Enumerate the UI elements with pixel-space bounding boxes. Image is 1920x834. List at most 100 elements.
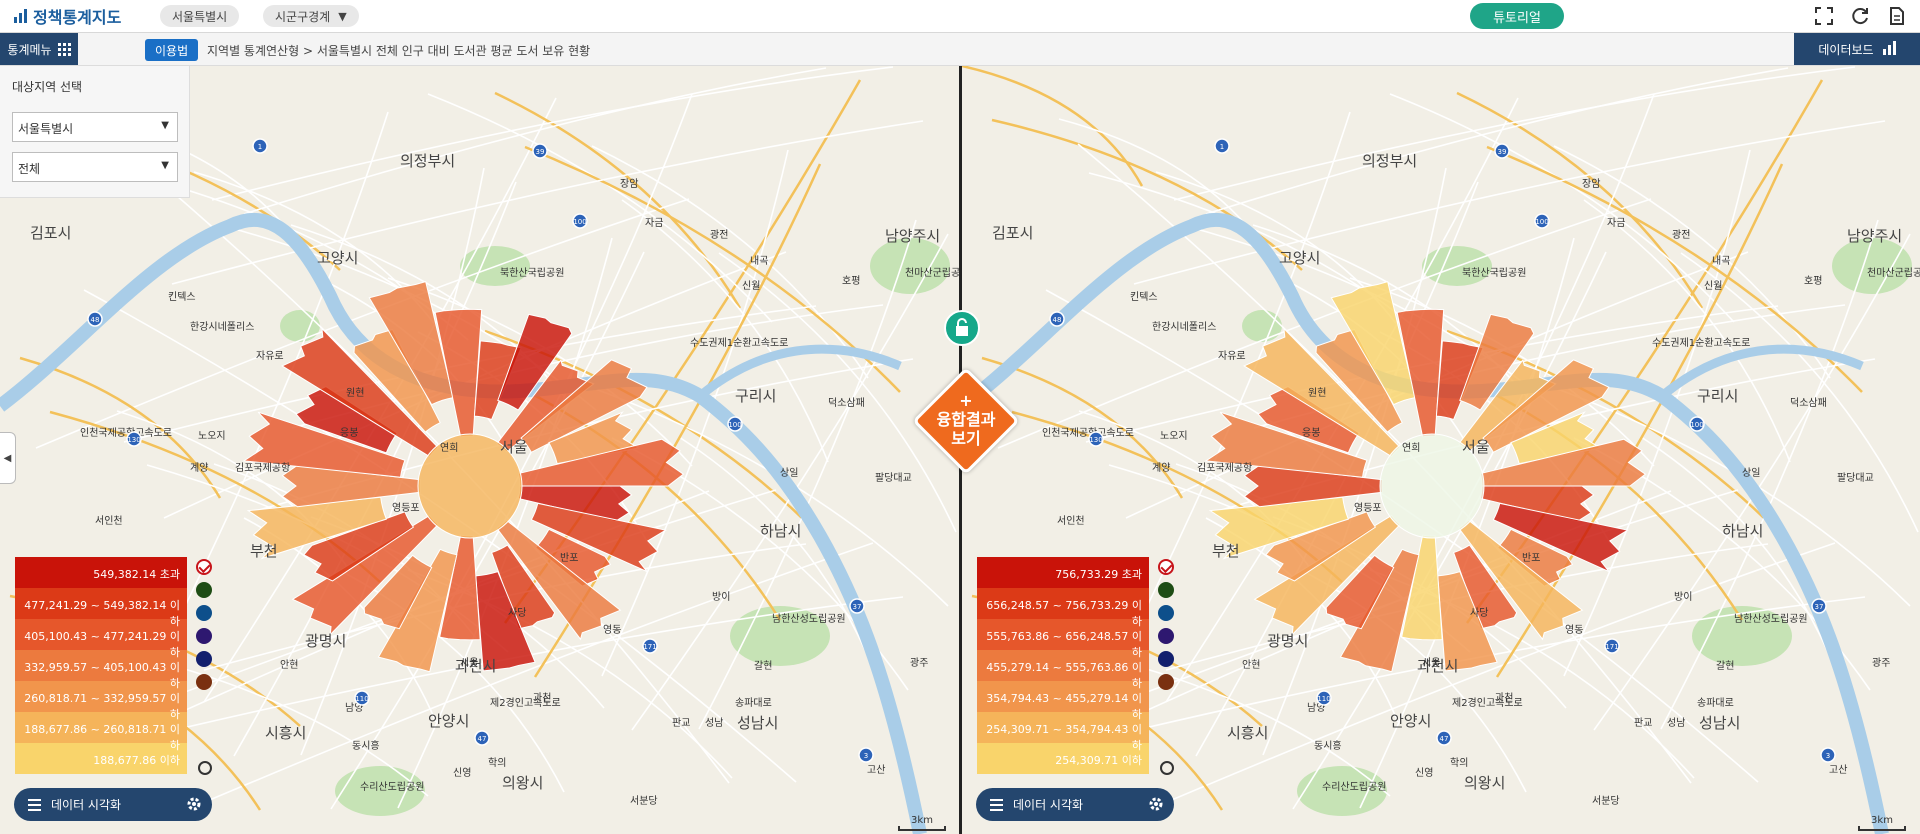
palette-swatches-left xyxy=(196,559,212,690)
data-visualization-bar-right[interactable]: 데이터 시각화 xyxy=(976,788,1174,821)
map-label: 신영 xyxy=(453,767,471,779)
map-label: 연희 xyxy=(440,442,458,454)
palette-swatch[interactable] xyxy=(196,628,212,644)
route-shield: 110 xyxy=(354,690,370,706)
route-shield: 100 xyxy=(572,213,588,229)
data-board-button[interactable]: 데이터보드 xyxy=(1794,33,1920,65)
map-label: 신월 xyxy=(742,280,760,292)
usage-button[interactable]: 이용법 xyxy=(145,39,199,61)
sync-lock-button[interactable] xyxy=(944,310,980,346)
map-label: 내곡 xyxy=(1712,255,1730,267)
data-visualization-bar-left[interactable]: 데이터 시각화 xyxy=(14,788,212,821)
map-label: 서울 xyxy=(500,438,528,456)
svg-text:100: 100 xyxy=(728,421,741,429)
legend-class-row[interactable]: 455,279.14 ~ 555,763.86 이하 xyxy=(977,650,1149,690)
map-label: 영동 xyxy=(1565,624,1583,636)
map-label: 서분당 xyxy=(1592,795,1620,807)
map-label: 동시흥 xyxy=(1314,739,1342,752)
legend-class-row[interactable]: 555,763.86 ~ 656,248.57 이하 xyxy=(977,619,1149,659)
fusion-line1: 융합결과 xyxy=(936,410,996,429)
route-shield: 47 xyxy=(474,730,490,746)
map-label: 시흥시 xyxy=(265,724,306,742)
palette-swatch[interactable] xyxy=(1158,605,1174,621)
map-label: 한강시네폴리스 xyxy=(1152,321,1216,333)
palette-swatch[interactable] xyxy=(196,605,212,621)
fusion-plus: + xyxy=(959,391,973,410)
fusion-result-button[interactable]: + 융합결과 보기 xyxy=(906,361,1026,481)
legend-class-row[interactable]: 549,382.14 초과 xyxy=(15,557,187,588)
fullscreen-icon[interactable] xyxy=(1814,6,1834,26)
sido-select[interactable]: 서울특별시 ▼ xyxy=(12,112,178,142)
legend-settings-icon[interactable] xyxy=(198,761,212,775)
gear-icon[interactable] xyxy=(1148,796,1164,815)
gear-icon[interactable] xyxy=(186,796,202,815)
map-label: 판교 xyxy=(672,717,690,729)
svg-text:48: 48 xyxy=(91,316,100,324)
palette-swatch[interactable] xyxy=(196,674,212,690)
breadcrumb: 지역별 통계연산형 > 서울특별시 전체 인구 대비 도서관 평균 도서 보유 … xyxy=(207,44,591,58)
legend-class-row[interactable]: 756,733.29 초과 xyxy=(977,557,1149,588)
boundary-select[interactable]: 시군구경계 ▼ xyxy=(263,5,359,27)
legend-class-row[interactable]: 354,794.43 ~ 455,279.14 이하 xyxy=(977,681,1149,721)
route-shield: 47 xyxy=(1436,730,1452,746)
legend-class-row[interactable]: 188,677.86 ~ 260,818.71 이하 xyxy=(15,712,187,752)
palette-swatch[interactable] xyxy=(1158,674,1174,690)
svg-text:130: 130 xyxy=(1089,436,1102,444)
legend-settings-icon[interactable] xyxy=(1160,761,1174,775)
map-label: 노오지 xyxy=(1160,430,1188,442)
panel-collapse-tab[interactable]: ◀ xyxy=(0,432,16,484)
route-shield: 171 xyxy=(642,638,658,654)
stats-menu-button[interactable]: 통계메뉴 xyxy=(0,33,78,65)
refresh-icon[interactable] xyxy=(1850,6,1870,26)
map-label: 반포 xyxy=(560,552,578,564)
svg-text:37: 37 xyxy=(1815,603,1824,611)
document-icon[interactable] xyxy=(1886,6,1906,26)
svg-text:100: 100 xyxy=(1535,218,1548,226)
map-label: 하남시 xyxy=(760,522,801,540)
map-label: 서울 xyxy=(460,657,478,669)
palette-swatch-selected[interactable] xyxy=(1158,559,1174,575)
map-label: 서인천 xyxy=(1057,515,1085,527)
palette-swatch[interactable] xyxy=(196,651,212,667)
route-shield: 39 xyxy=(532,143,548,159)
legend-class-row[interactable]: 254,309.71 ~ 354,794.43 이하 xyxy=(977,712,1149,752)
legend-class-row[interactable]: 188,677.86 이하 xyxy=(15,743,187,774)
legend-class-row[interactable]: 656,248.57 ~ 756,733.29 이하 xyxy=(977,588,1149,628)
scale-bar-left: 3km xyxy=(898,815,946,831)
sub-bar: 통계메뉴 이용법 지역별 통계연산형 > 서울특별시 전체 인구 대비 도서관 … xyxy=(0,33,1920,66)
svg-text:47: 47 xyxy=(1440,735,1449,743)
map-label: 한강시네폴리스 xyxy=(190,321,254,333)
map-label: 부천 xyxy=(1212,542,1240,560)
palette-swatch-selected[interactable] xyxy=(196,559,212,575)
legend-class-row[interactable]: 332,959.57 ~ 405,100.43 이하 xyxy=(15,650,187,690)
map-label: 상일 xyxy=(780,467,798,479)
map-label: 광명시 xyxy=(1267,632,1308,650)
app-logo[interactable]: 정책통계지도 xyxy=(14,6,121,27)
map-label: 영등포 xyxy=(1354,502,1382,514)
map-label: 원현 xyxy=(1308,387,1326,399)
map-label: 북한산국립공원 xyxy=(1462,266,1526,279)
palette-swatch[interactable] xyxy=(196,582,212,598)
map-label: 학의 xyxy=(488,757,506,769)
sigungu-select[interactable]: 전체 ▼ xyxy=(12,152,178,182)
map-label: 응봉 xyxy=(340,427,358,439)
palette-swatch[interactable] xyxy=(1158,582,1174,598)
region-pill[interactable]: 서울특별시 xyxy=(160,5,240,27)
palette-swatch[interactable] xyxy=(1158,628,1174,644)
legend-class-row[interactable]: 405,100.43 ~ 477,241.29 이하 xyxy=(15,619,187,659)
route-shield: 110 xyxy=(1316,690,1332,706)
route-shield: 130 xyxy=(126,431,142,447)
legend-class-row[interactable]: 260,818.71 ~ 332,959.57 이하 xyxy=(15,681,187,721)
fusion-line2: 보기 xyxy=(951,429,981,448)
route-shield: 3 xyxy=(858,747,874,763)
route-shield: 39 xyxy=(1494,143,1510,159)
palette-swatch[interactable] xyxy=(1158,651,1174,667)
top-bar: 정책통계지도 서울특별시 시군구경계 ▼ 튜토리얼 xyxy=(0,0,1920,33)
legend-class-row[interactable]: 477,241.29 ~ 549,382.14 이하 xyxy=(15,588,187,628)
svg-text:100: 100 xyxy=(573,218,586,226)
tutorial-button[interactable]: 튜토리얼 xyxy=(1470,3,1564,29)
legend-class-row[interactable]: 254,309.71 이하 xyxy=(977,743,1149,774)
map-label: 남양주시 xyxy=(1847,227,1902,245)
map-label: 천마산군립공원 xyxy=(1867,266,1920,279)
map-label: 학의 xyxy=(1450,757,1468,769)
